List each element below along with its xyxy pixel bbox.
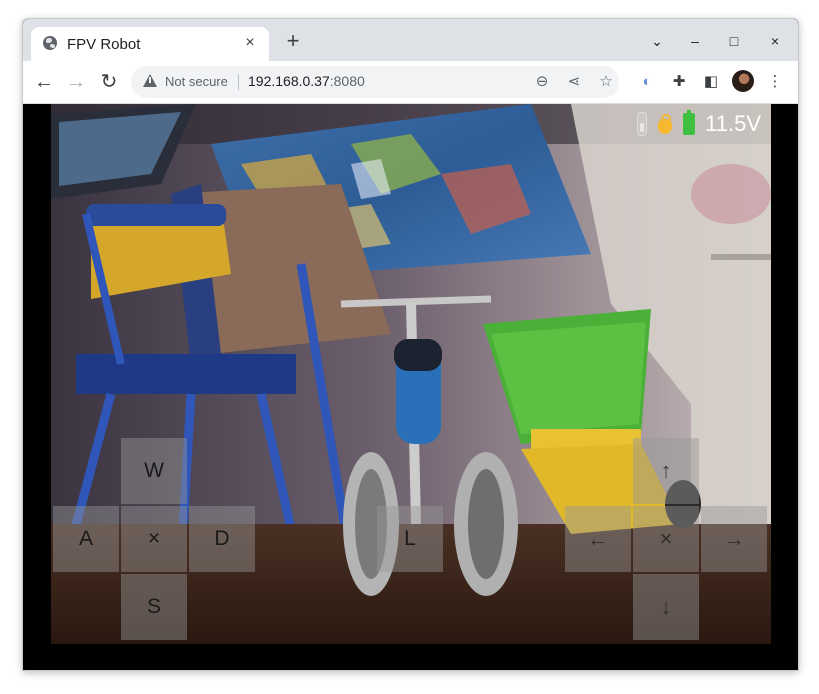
- close-window-button[interactable]: ×: [764, 31, 786, 51]
- status-bar: 11.5V: [637, 110, 761, 138]
- tab-fpv-robot[interactable]: FPV Robot ×: [31, 27, 269, 61]
- security-label[interactable]: Not secure: [165, 74, 228, 89]
- ok-hand-icon: [657, 113, 673, 135]
- browser-window: FPV Robot × + ⌄ – □ × ← → ↻ Not secure 1…: [22, 18, 799, 671]
- page-content: 11.5V W A × D S L ↑ ← × → ↓: [23, 104, 798, 670]
- tab-title: FPV Robot: [67, 36, 141, 53]
- key-a-button[interactable]: A: [53, 506, 119, 572]
- opera-extension-icon[interactable]: ◐: [636, 71, 658, 93]
- kebab-menu-icon[interactable]: ⋮: [764, 71, 786, 93]
- zoom-out-icon[interactable]: ⊖: [531, 71, 553, 93]
- arrow-down-button[interactable]: ↓: [633, 574, 699, 640]
- browser-toolbar: ← → ↻ Not secure 192.168.0.37:8080 ⊖ ⋖ ☆…: [23, 61, 798, 104]
- arrow-right-button[interactable]: →: [701, 506, 767, 572]
- thermometer-icon: [637, 112, 648, 136]
- key-s-button[interactable]: S: [121, 574, 187, 640]
- arrow-left-button[interactable]: ←: [565, 506, 631, 572]
- new-tab-button[interactable]: +: [281, 30, 305, 54]
- address-bar[interactable]: Not secure 192.168.0.37:8080 ⊖ ⋖ ☆: [131, 66, 619, 98]
- battery-icon: [683, 110, 696, 135]
- light-toggle-button[interactable]: L: [377, 506, 443, 572]
- url-text[interactable]: 192.168.0.37:8080: [248, 73, 365, 89]
- globe-icon: [43, 36, 57, 50]
- back-button[interactable]: ←: [32, 70, 56, 94]
- url-host: 192.168.0.37: [248, 73, 330, 89]
- tab-search-dropdown-icon[interactable]: ⌄: [646, 31, 668, 51]
- warning-icon[interactable]: [143, 74, 157, 87]
- reload-button[interactable]: ↻: [97, 70, 121, 94]
- key-w-button[interactable]: W: [121, 438, 187, 504]
- tab-close-button[interactable]: ×: [241, 34, 259, 52]
- side-panel-icon[interactable]: ◧: [700, 71, 722, 93]
- url-port: :8080: [329, 73, 365, 89]
- arrow-stop-button[interactable]: ×: [633, 506, 699, 572]
- omnibox-divider: [238, 74, 239, 90]
- puzzle-extensions-icon[interactable]: ✚: [668, 71, 690, 93]
- profile-avatar[interactable]: [732, 70, 754, 92]
- arrow-up-button[interactable]: ↑: [633, 438, 699, 504]
- bookmark-star-icon[interactable]: ☆: [595, 71, 617, 93]
- battery-voltage: 11.5V: [705, 111, 761, 136]
- wasd-stop-button[interactable]: ×: [121, 506, 187, 572]
- share-icon[interactable]: ⋖: [563, 71, 585, 93]
- maximize-button[interactable]: □: [723, 31, 745, 51]
- key-d-button[interactable]: D: [189, 506, 255, 572]
- forward-button[interactable]: →: [64, 70, 88, 94]
- tab-strip: FPV Robot × + ⌄ – □ ×: [23, 19, 798, 61]
- minimize-button[interactable]: –: [684, 31, 706, 51]
